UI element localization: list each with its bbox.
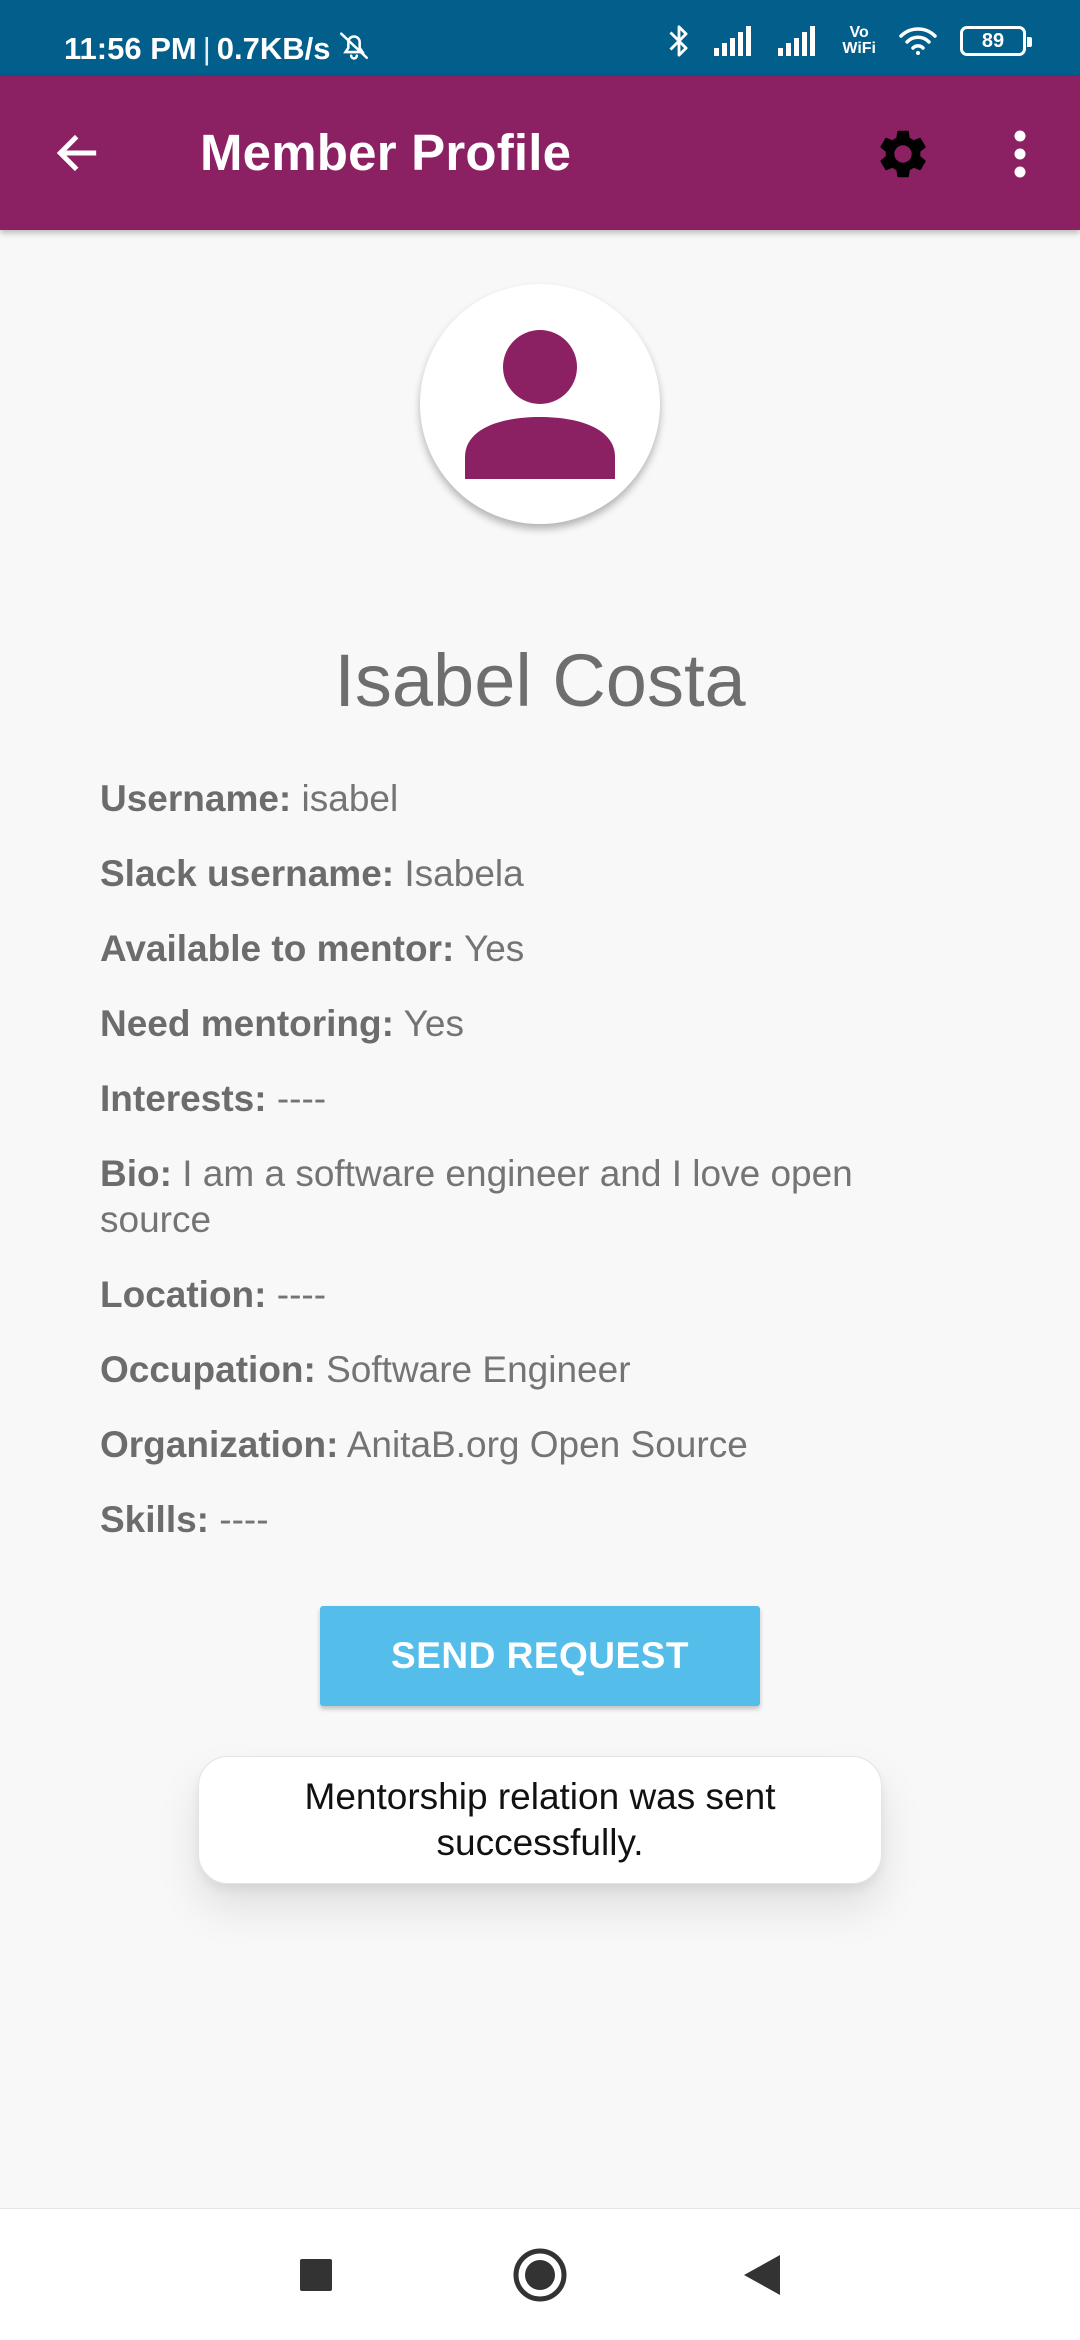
status-separator: | (202, 31, 211, 66)
detail-occupation: Occupation: Software Engineer (100, 1347, 960, 1393)
detail-value: Software Engineer (326, 1349, 631, 1390)
member-name: Isabel Costa (334, 639, 746, 722)
system-nav-bar (0, 2208, 1080, 2340)
detail-need-mentoring: Need mentoring: Yes (100, 1001, 960, 1047)
home-circle-icon (513, 2248, 567, 2302)
detail-value: Yes (403, 1003, 464, 1044)
volte-wifi-label: Vo WiFi (842, 25, 876, 57)
signal-icon (778, 26, 820, 56)
toast-text: Mentorship relation was sent successfull… (304, 1776, 776, 1863)
detail-label: Bio: (100, 1153, 172, 1194)
send-request-button[interactable]: SEND REQUEST (320, 1606, 760, 1706)
detail-location: Location: ---- (100, 1272, 960, 1318)
battery-level: 89 (981, 29, 1005, 52)
detail-value: ---- (219, 1499, 269, 1540)
detail-slack-username: Slack username: Isabela (100, 851, 960, 897)
wifi-icon (898, 25, 938, 57)
detail-value: isabel (301, 778, 399, 819)
detail-label: Available to mentor: (100, 928, 455, 969)
signal-icon (714, 26, 756, 56)
status-bar: 11:56 PM | 0.7KB/s Vo WiFi 89 (0, 0, 1080, 76)
page-title: Member Profile (200, 124, 572, 181)
battery-icon: 89 (960, 26, 1032, 56)
detail-value: Yes (463, 928, 525, 969)
alarm-off-icon (337, 28, 371, 70)
recents-button[interactable] (284, 2243, 348, 2307)
avatar (420, 284, 660, 524)
detail-label: Slack username: (100, 853, 395, 894)
app-bar: Member Profile (0, 76, 1080, 230)
profile-details: Username: isabel Slack username: Isabela… (100, 776, 960, 1572)
detail-label: Need mentoring: (100, 1003, 394, 1044)
detail-label: Skills: (100, 1499, 209, 1540)
back-triangle-icon (744, 2255, 780, 2295)
person-icon (465, 330, 615, 479)
toast-message: Mentorship relation was sent successfull… (198, 1756, 882, 1884)
detail-organization: Organization: AnitaB.org Open Source (100, 1422, 960, 1468)
detail-available-to-mentor: Available to mentor: Yes (100, 926, 960, 972)
screen: 11:56 PM | 0.7KB/s Vo WiFi 89 Member Pro… (0, 0, 1080, 2340)
detail-label: Interests: (100, 1078, 267, 1119)
detail-label: Location: (100, 1274, 267, 1315)
detail-bio: Bio: I am a software engineer and I love… (100, 1151, 960, 1243)
status-time: 11:56 PM (64, 31, 197, 66)
status-left: 11:56 PM | 0.7KB/s (64, 28, 371, 70)
detail-skills: Skills: ---- (100, 1497, 960, 1543)
network-speed: 0.7KB/s (216, 31, 331, 66)
recents-square-icon (300, 2259, 332, 2291)
detail-value: I am a software engineer and I love open… (100, 1153, 853, 1240)
back-button[interactable] (44, 120, 110, 186)
volte-line2: WiFi (842, 40, 876, 57)
nav-back-button[interactable] (730, 2243, 794, 2307)
volte-line1: Vo (849, 24, 869, 41)
detail-label: Occupation: (100, 1349, 316, 1390)
detail-username: Username: isabel (100, 776, 960, 822)
detail-label: Organization: (100, 1424, 339, 1465)
home-button[interactable] (508, 2243, 572, 2307)
settings-button[interactable] (872, 123, 934, 185)
detail-value: ---- (276, 1274, 327, 1315)
detail-interests: Interests: ---- (100, 1076, 960, 1122)
more-vert-icon (1014, 130, 1026, 178)
more-options-button[interactable] (1000, 123, 1040, 185)
status-right: Vo WiFi 89 (666, 24, 1032, 58)
detail-label: Username: (100, 778, 292, 819)
gear-icon (880, 130, 926, 178)
detail-value: ---- (276, 1078, 327, 1119)
bluetooth-icon (666, 24, 692, 58)
detail-value: AnitaB.org Open Source (346, 1424, 748, 1465)
detail-value: Isabela (404, 853, 524, 894)
back-arrow-icon (56, 134, 97, 172)
